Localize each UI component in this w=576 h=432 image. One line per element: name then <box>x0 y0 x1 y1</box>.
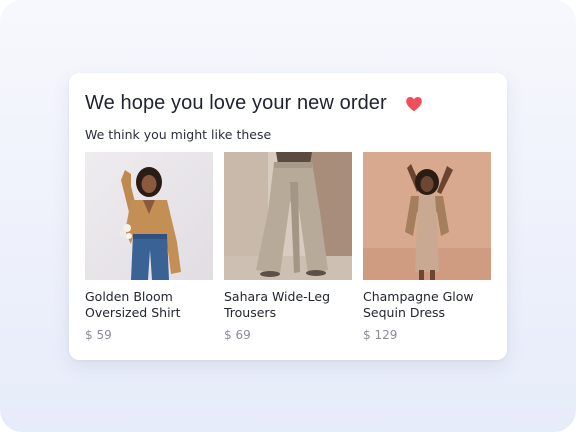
product-list: Golden Bloom Oversized Shirt $ 59 Sahara… <box>85 152 491 342</box>
product-name[interactable]: Sahara Wide-Leg Trousers <box>224 289 352 321</box>
product-name-line: Oversized Shirt <box>85 305 181 320</box>
product-name-line: Golden Bloom <box>85 289 173 304</box>
product-name-line: Sequin Dress <box>363 305 446 320</box>
product-card[interactable]: Sahara Wide-Leg Trousers $ 69 <box>224 152 352 342</box>
product-image[interactable] <box>85 152 213 280</box>
product-card[interactable]: Champagne Glow Sequin Dress $ 129 <box>363 152 491 342</box>
product-price: $ 69 <box>224 328 251 342</box>
card-title: We hope you love your new order <box>85 92 387 114</box>
product-price: $ 59 <box>85 328 112 342</box>
recommendation-card: We hope you love your new order We think… <box>69 73 507 360</box>
product-card[interactable]: Golden Bloom Oversized Shirt $ 59 <box>85 152 213 342</box>
product-name-line: Champagne Glow <box>363 289 474 304</box>
product-name-line: Sahara Wide-Leg <box>224 289 331 304</box>
product-price: $ 129 <box>363 328 398 342</box>
product-image[interactable] <box>363 152 491 280</box>
product-name-line: Trousers <box>224 305 277 320</box>
product-name[interactable]: Golden Bloom Oversized Shirt <box>85 289 213 321</box>
product-name[interactable]: Champagne Glow Sequin Dress <box>363 289 491 321</box>
card-subtitle: We think you might like these <box>85 127 272 142</box>
heart-icon <box>405 96 423 112</box>
product-image[interactable] <box>224 152 352 280</box>
title-row: We hope you love your new order <box>85 92 423 115</box>
